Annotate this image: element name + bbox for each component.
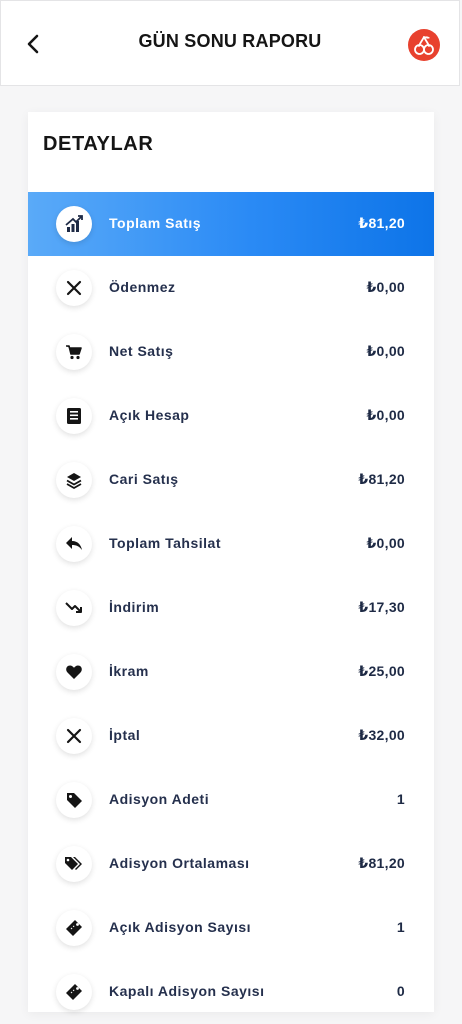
row-label: İptal	[109, 727, 141, 743]
row-label: Adisyon Adeti	[109, 791, 210, 807]
row-toplam-satis[interactable]: Toplam Satış ₺81,20	[28, 192, 434, 256]
row-value: ₺0,00	[366, 535, 405, 551]
row-value: ₺81,20	[358, 855, 405, 871]
row-indirim[interactable]: İndirim ₺17,30	[28, 576, 434, 640]
row-value: ₺17,30	[358, 599, 405, 615]
row-acik-adisyon-sayisi[interactable]: Açık Adisyon Sayısı 1	[28, 896, 434, 960]
row-kapali-adisyon-sayisi[interactable]: Kapalı Adisyon Sayısı 0	[28, 960, 434, 1024]
row-value: 1	[396, 791, 405, 807]
row-label: Açık Adisyon Sayısı	[109, 919, 252, 935]
row-toplam-tahsilat[interactable]: Toplam Tahsilat ₺0,00	[28, 512, 434, 576]
row-value: ₺32,00	[358, 727, 405, 743]
row-net-satis[interactable]: Net Satış ₺0,00	[28, 320, 434, 384]
row-label: Toplam Satış	[109, 215, 202, 231]
row-value: ₺0,00	[366, 343, 405, 359]
chart-up-icon	[56, 206, 92, 242]
cart-icon	[56, 334, 92, 370]
tag-icon	[56, 782, 92, 818]
close-icon	[56, 270, 92, 306]
row-adisyon-ortalamasi[interactable]: Adisyon Ortalaması ₺81,20	[28, 832, 434, 896]
ticket-icon	[56, 910, 92, 946]
card-title: DETAYLAR	[43, 133, 154, 155]
row-label: Toplam Tahsilat	[109, 535, 221, 551]
row-label: Kapalı Adisyon Sayısı	[109, 983, 265, 999]
heart-icon	[56, 654, 92, 690]
brand-logo-button[interactable]	[408, 29, 440, 61]
cherry-icon	[411, 32, 437, 58]
details-card: DETAYLAR Toplam Satış ₺81,20 Ödenmez ₺0,…	[28, 112, 434, 1012]
row-value: ₺81,20	[358, 471, 405, 487]
tags-icon	[56, 846, 92, 882]
row-label: Cari Satış	[109, 471, 179, 487]
row-label: Net Satış	[109, 343, 174, 359]
page-title: GÜN SONU RAPORU	[138, 31, 322, 51]
row-label: İkram	[109, 663, 149, 679]
row-ikram[interactable]: İkram ₺25,00	[28, 640, 434, 704]
row-value: ₺25,00	[358, 663, 405, 679]
row-value: ₺0,00	[366, 279, 405, 295]
row-label: Ödenmez	[109, 279, 176, 295]
details-list: Toplam Satış ₺81,20 Ödenmez ₺0,00 Net Sa…	[28, 192, 434, 1024]
row-value: 0	[396, 983, 405, 999]
reply-icon	[56, 526, 92, 562]
ticket-icon	[56, 974, 92, 1010]
row-adisyon-adeti[interactable]: Adisyon Adeti 1	[28, 768, 434, 832]
row-value: ₺0,00	[366, 407, 405, 423]
ledger-icon	[56, 398, 92, 434]
row-acik-hesap[interactable]: Açık Hesap ₺0,00	[28, 384, 434, 448]
close-icon	[56, 718, 92, 754]
row-label: Açık Hesap	[109, 407, 190, 423]
row-value: ₺81,20	[358, 215, 405, 231]
trend-down-icon	[56, 590, 92, 626]
row-label: İndirim	[109, 599, 160, 615]
row-cari-satis[interactable]: Cari Satış ₺81,20	[28, 448, 434, 512]
row-label: Adisyon Ortalaması	[109, 855, 250, 871]
row-value: 1	[396, 919, 405, 935]
row-odenmez[interactable]: Ödenmez ₺0,00	[28, 256, 434, 320]
row-iptal[interactable]: İptal ₺32,00	[28, 704, 434, 768]
layers-icon	[56, 462, 92, 498]
top-bar: GÜN SONU RAPORU	[0, 0, 460, 86]
